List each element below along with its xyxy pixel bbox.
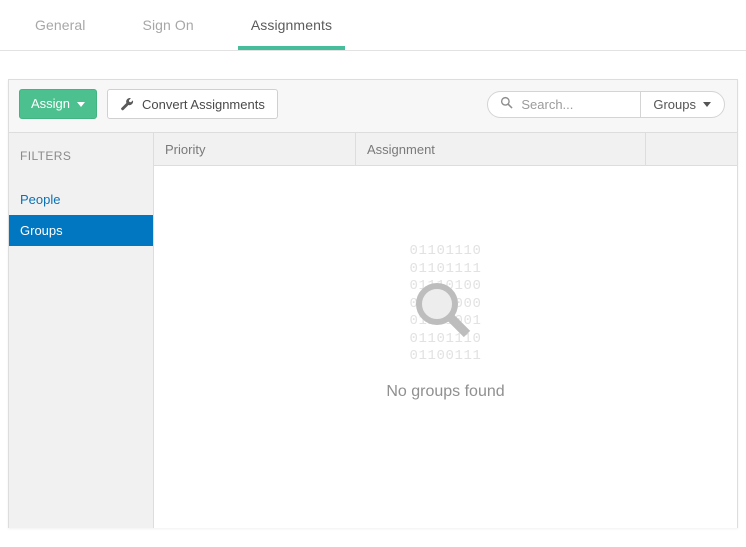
tab-general-label: General bbox=[35, 17, 86, 33]
tab-general[interactable]: General bbox=[22, 0, 99, 50]
search-icon bbox=[500, 96, 513, 114]
filters-sidebar: FILTERS People Groups bbox=[9, 133, 154, 528]
convert-assignments-button[interactable]: Convert Assignments bbox=[107, 89, 278, 119]
toolbar: Assign Convert Assignments Search... Gro… bbox=[9, 80, 737, 133]
chevron-down-icon bbox=[703, 102, 711, 107]
empty-state: 01101110 01101111 01110100 01101000 0110… bbox=[154, 166, 737, 528]
sidebar-item-groups[interactable]: Groups bbox=[9, 215, 153, 246]
tab-assignments[interactable]: Assignments bbox=[237, 0, 346, 50]
empty-state-message: No groups found bbox=[386, 383, 505, 400]
caret-down-icon bbox=[77, 101, 86, 107]
tab-active-underline bbox=[237, 46, 346, 50]
sidebar-item-people[interactable]: People bbox=[9, 184, 153, 215]
tab-sign-on[interactable]: Sign On bbox=[130, 0, 207, 50]
table-header-row: Priority Assignment bbox=[154, 133, 737, 166]
column-header-actions bbox=[646, 133, 737, 165]
column-header-priority[interactable]: Priority bbox=[154, 133, 356, 165]
search-field[interactable] bbox=[488, 92, 640, 117]
filters-heading: FILTERS bbox=[20, 149, 72, 163]
panel-body: FILTERS People Groups Priority Assignmen… bbox=[9, 133, 737, 528]
tab-list: General Sign On Assignments bbox=[0, 0, 746, 50]
sidebar-item-groups-label: Groups bbox=[20, 223, 63, 238]
assign-button-label: Assign bbox=[31, 96, 71, 111]
tab-bar: General Sign On Assignments bbox=[0, 0, 746, 51]
assignments-panel: Assign Convert Assignments Search... Gro… bbox=[8, 79, 738, 528]
binary-line: 01100111 bbox=[409, 348, 482, 364]
sidebar-item-people-label: People bbox=[20, 192, 61, 207]
tab-sign-on-label: Sign On bbox=[142, 17, 194, 33]
search-input[interactable] bbox=[519, 96, 639, 113]
column-header-assignment[interactable]: Assignment bbox=[356, 133, 646, 165]
magnifier-icon bbox=[412, 279, 476, 348]
wrench-icon bbox=[120, 97, 134, 111]
empty-state-graphic: 01101110 01101111 01110100 01101000 0110… bbox=[386, 243, 506, 364]
binary-line: 01101110 bbox=[409, 243, 482, 259]
search-bar: Groups bbox=[487, 91, 725, 118]
assignments-table: Priority Assignment 01101110 01101111 01… bbox=[154, 133, 737, 528]
tab-assignments-label: Assignments bbox=[250, 17, 333, 33]
search-scope-dropdown[interactable]: Groups bbox=[640, 92, 724, 117]
convert-assignments-label: Convert Assignments bbox=[142, 96, 265, 112]
search-scope-label: Groups bbox=[653, 97, 696, 112]
binary-line: 01101111 bbox=[409, 260, 482, 277]
assign-button[interactable]: Assign bbox=[19, 89, 98, 119]
assignments-page: General Sign On Assignments Assign Conve… bbox=[0, 0, 746, 547]
